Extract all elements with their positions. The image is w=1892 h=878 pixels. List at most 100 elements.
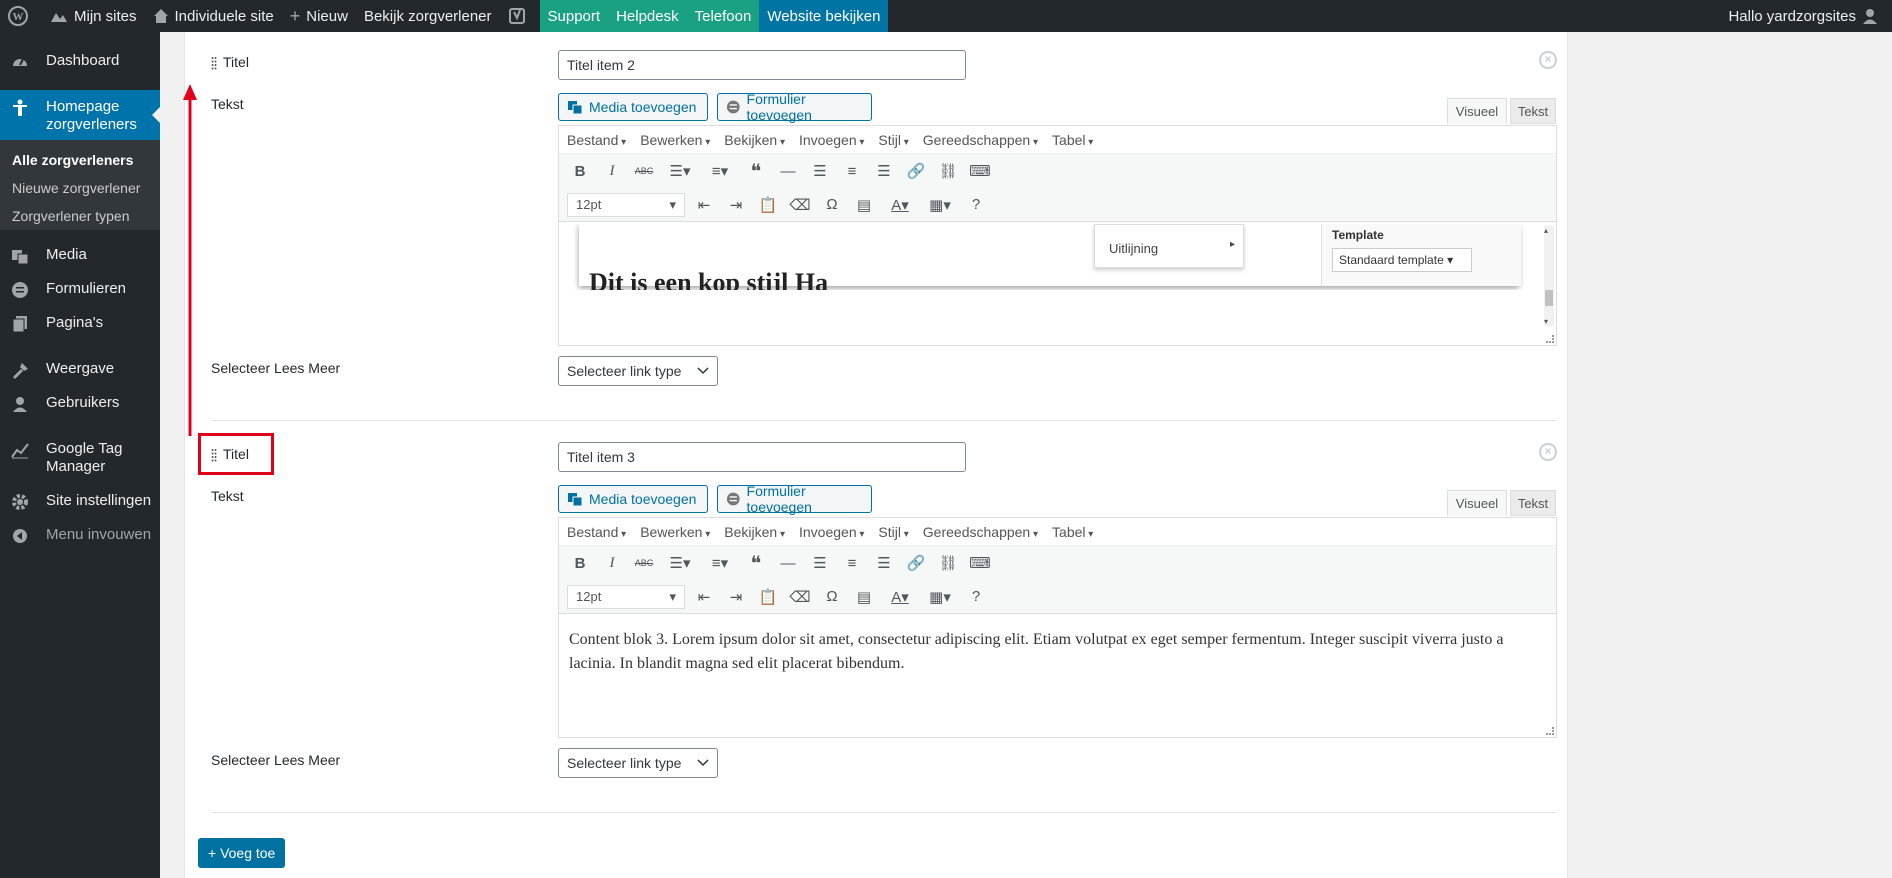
item2-tab-text[interactable]: Tekst bbox=[1510, 98, 1556, 124]
align-center-icon[interactable]: ≡ bbox=[839, 158, 865, 184]
sidebar-collapse-menu[interactable]: Menu invouwen bbox=[0, 526, 160, 546]
account-menu[interactable]: Hallo yardzorgsites bbox=[1720, 0, 1892, 32]
outdent-icon[interactable]: ⇤ bbox=[691, 584, 717, 610]
keyboard-icon[interactable]: ⌨ bbox=[967, 550, 993, 576]
link-icon[interactable]: 🔗 bbox=[903, 158, 929, 184]
help-icon[interactable]: ? bbox=[963, 192, 989, 218]
item3-link-type-select[interactable]: Selecteer link type bbox=[558, 748, 718, 778]
indent-icon[interactable]: ⇥ bbox=[723, 192, 749, 218]
paste-text-icon[interactable]: 📋 bbox=[755, 584, 781, 610]
paste-text-icon[interactable]: 📋 bbox=[755, 192, 781, 218]
unlink-icon[interactable]: ⛓ bbox=[935, 158, 961, 184]
wordpress-logo-icon[interactable]: W bbox=[0, 0, 42, 32]
numbered-list-icon[interactable]: ≡▾ bbox=[703, 158, 737, 184]
sidebar-item-forms[interactable]: Formulieren bbox=[0, 280, 160, 300]
menu-tools[interactable]: Gereedschappen bbox=[923, 132, 1038, 148]
read-more-icon[interactable]: ▤ bbox=[851, 192, 877, 218]
horizontal-line-icon[interactable]: — bbox=[775, 158, 801, 184]
yoast-icon[interactable] bbox=[500, 0, 540, 32]
menu-edit[interactable]: Bewerken bbox=[640, 524, 710, 540]
item2-add-media-button[interactable]: Media toevoegen bbox=[558, 93, 708, 121]
sidebar-item-dashboard[interactable]: Dashboard bbox=[0, 52, 160, 72]
item2-link-type-select[interactable]: Selecteer link type bbox=[558, 356, 718, 386]
item3-title-input[interactable]: Titel item 3 bbox=[558, 442, 966, 472]
item2-tab-visual[interactable]: Visueel bbox=[1447, 98, 1507, 124]
helpdesk-link[interactable]: Helpdesk bbox=[608, 0, 687, 32]
bullet-list-icon[interactable]: ☰▾ bbox=[663, 550, 697, 576]
special-char-icon[interactable]: Ω bbox=[819, 584, 845, 610]
font-size-select[interactable]: 12pt ▾ bbox=[567, 584, 685, 609]
drag-handle-icon[interactable] bbox=[211, 56, 217, 70]
scroll-down-icon[interactable]: ▾ bbox=[1544, 317, 1548, 326]
read-more-icon[interactable]: ▤ bbox=[851, 584, 877, 610]
clear-format-icon[interactable]: ⌫ bbox=[787, 584, 813, 610]
text-color-icon[interactable]: A▾ bbox=[883, 192, 917, 218]
sidebar-item-site-settings[interactable]: Site instellingen bbox=[0, 492, 160, 512]
menu-view[interactable]: Bekijken bbox=[724, 524, 785, 540]
menu-style[interactable]: Stijl bbox=[878, 524, 908, 540]
bullet-list-icon[interactable]: ☰▾ bbox=[663, 158, 697, 184]
menu-insert[interactable]: Invoegen bbox=[799, 132, 864, 148]
indent-icon[interactable]: ⇥ bbox=[723, 584, 749, 610]
item2-title-input[interactable]: Titel item 2 bbox=[558, 50, 966, 80]
font-size-select[interactable]: 12pt ▾ bbox=[567, 192, 685, 217]
scroll-up-icon[interactable]: ▴ bbox=[1544, 226, 1548, 235]
menu-tools[interactable]: Gereedschappen bbox=[923, 524, 1038, 540]
item3-resize-handle-icon[interactable] bbox=[1546, 727, 1554, 735]
sidebar-item-users[interactable]: Gebruikers bbox=[0, 394, 160, 414]
item3-add-form-button[interactable]: Formulier toevoegen bbox=[717, 483, 872, 515]
italic-icon[interactable]: I bbox=[599, 158, 625, 184]
sidebar-item-pages[interactable]: Pagina's bbox=[0, 314, 160, 334]
align-left-icon[interactable]: ☰ bbox=[807, 550, 833, 576]
item3-add-media-button[interactable]: Media toevoegen bbox=[558, 485, 708, 513]
item2-add-form-button[interactable]: Formulier toevoegen bbox=[717, 91, 872, 123]
submenu-provider-types[interactable]: Zorgverlener typen bbox=[0, 202, 160, 230]
sidebar-item-media[interactable]: Media bbox=[0, 246, 160, 266]
bold-icon[interactable]: B bbox=[567, 550, 593, 576]
item3-remove-icon[interactable]: × bbox=[1539, 443, 1557, 461]
sidebar-item-google-tag-manager[interactable]: Google Tag Manager bbox=[0, 440, 160, 476]
menu-style[interactable]: Stijl bbox=[878, 132, 908, 148]
menu-table[interactable]: Tabel bbox=[1052, 132, 1093, 148]
scroll-thumb[interactable] bbox=[1545, 290, 1553, 306]
menu-insert[interactable]: Invoegen bbox=[799, 524, 864, 540]
item2-editor-scrollbar[interactable]: ▴ ▾ bbox=[1544, 226, 1554, 326]
add-item-button[interactable]: + Voeg toe bbox=[198, 838, 286, 868]
menu-file[interactable]: Bestand bbox=[567, 132, 626, 148]
link-icon[interactable]: 🔗 bbox=[903, 550, 929, 576]
submenu-all-providers[interactable]: Alle zorgverleners bbox=[0, 146, 160, 174]
keyboard-icon[interactable]: ⌨ bbox=[967, 158, 993, 184]
outdent-icon[interactable]: ⇤ bbox=[691, 192, 717, 218]
special-char-icon[interactable]: Ω bbox=[819, 192, 845, 218]
align-left-icon[interactable]: ☰ bbox=[807, 158, 833, 184]
horizontal-line-icon[interactable]: — bbox=[775, 550, 801, 576]
submenu-new-provider[interactable]: Nieuwe zorgverlener bbox=[0, 174, 160, 202]
support-link[interactable]: Support bbox=[539, 0, 609, 32]
item2-resize-handle-icon[interactable] bbox=[1546, 335, 1554, 343]
item2-remove-icon[interactable]: × bbox=[1539, 51, 1557, 69]
menu-table[interactable]: Tabel bbox=[1052, 524, 1093, 540]
strikethrough-icon[interactable]: ABC bbox=[631, 550, 657, 576]
table-icon[interactable]: ▦▾ bbox=[923, 192, 957, 218]
align-right-icon[interactable]: ☰ bbox=[871, 158, 897, 184]
align-right-icon[interactable]: ☰ bbox=[871, 550, 897, 576]
align-center-icon[interactable]: ≡ bbox=[839, 550, 865, 576]
clear-format-icon[interactable]: ⌫ bbox=[787, 192, 813, 218]
italic-icon[interactable]: I bbox=[599, 550, 625, 576]
individual-site-menu[interactable]: Individuele site bbox=[145, 0, 282, 32]
text-color-icon[interactable]: A▾ bbox=[883, 584, 917, 610]
bold-icon[interactable]: B bbox=[567, 158, 593, 184]
item2-title-label[interactable]: Titel bbox=[211, 54, 249, 70]
help-icon[interactable]: ? bbox=[963, 584, 989, 610]
item3-tab-text[interactable]: Tekst bbox=[1510, 490, 1556, 516]
view-website-link[interactable]: Website bekijken bbox=[759, 0, 889, 32]
item3-tab-visual[interactable]: Visueel bbox=[1447, 490, 1507, 516]
new-menu[interactable]: + Nieuw bbox=[282, 0, 356, 32]
blockquote-icon[interactable]: ❝ bbox=[743, 158, 769, 184]
view-provider-link[interactable]: Bekijk zorgverlener bbox=[356, 0, 500, 32]
phone-link[interactable]: Telefoon bbox=[686, 0, 760, 32]
item3-editor-content[interactable]: Content blok 3. Lorem ipsum dolor sit am… bbox=[559, 618, 1556, 686]
my-sites-menu[interactable]: Mijn sites bbox=[42, 0, 145, 32]
blockquote-icon[interactable]: ❝ bbox=[743, 550, 769, 576]
table-icon[interactable]: ▦▾ bbox=[923, 584, 957, 610]
